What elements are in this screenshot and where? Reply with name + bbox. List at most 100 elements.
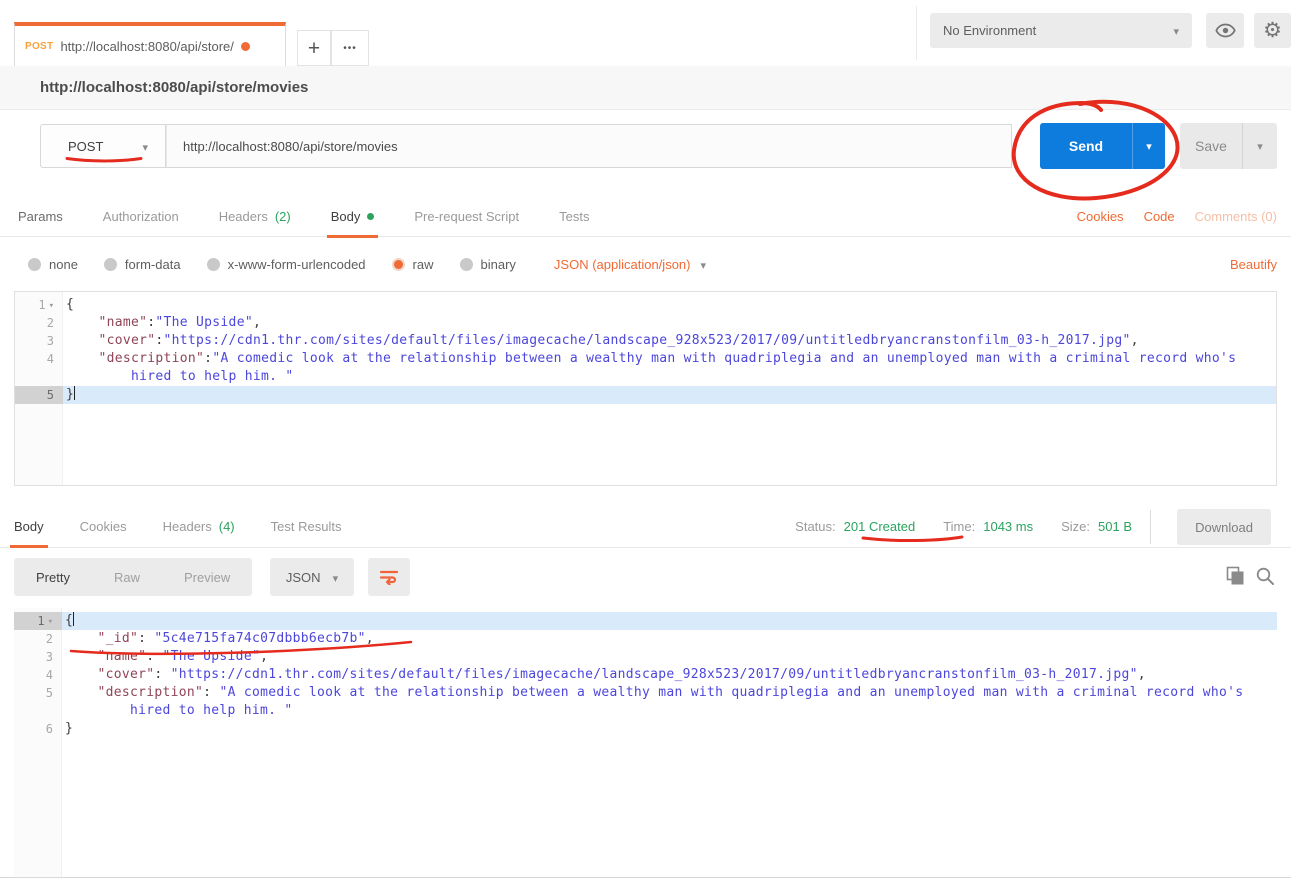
radio-none[interactable]: none — [28, 257, 78, 272]
radio-dot-icon — [104, 258, 117, 271]
comments-0-link[interactable]: Comments (0) — [1195, 209, 1277, 224]
radio-x-www-form-urlencoded[interactable]: x-www-form-urlencoded — [207, 257, 366, 272]
code-token: , — [253, 315, 261, 330]
response-editor-line[interactable]: 6} — [14, 720, 1277, 738]
request-body-editor[interactable]: 1{2 "name":"The Upside",3 "cover":"https… — [14, 291, 1277, 486]
line-number-text: 3 — [46, 648, 53, 666]
line-number-text: 4 — [46, 666, 53, 684]
download-button[interactable]: Download — [1177, 509, 1271, 545]
code-token: hired to help him. " — [130, 703, 293, 718]
status-label: Status: — [795, 519, 835, 534]
tab-label: Test Results — [271, 519, 342, 534]
response-editor-line[interactable]: 1{ — [14, 612, 1277, 630]
response-editor-line[interactable]: hired to help him. " — [14, 702, 1277, 720]
beautify-link[interactable]: Beautify — [1230, 257, 1277, 272]
view-raw[interactable]: Raw — [114, 570, 140, 585]
request-title-bar: http://localhost:8080/api/store/movies — [0, 66, 1291, 110]
response-editor-line[interactable]: 2 "_id": "5c4e715fa74c07dbbb6ecb7b", — [14, 630, 1277, 648]
request-editor-line[interactable]: hired to help him. " — [15, 368, 1276, 386]
fold-caret-icon[interactable] — [49, 295, 54, 315]
size-value: 501 B — [1098, 519, 1132, 534]
environment-preview-button[interactable] — [1206, 13, 1244, 48]
environment-select[interactable]: No Environment — [930, 13, 1192, 48]
radio-raw[interactable]: raw — [392, 257, 434, 272]
code-token: "description" — [99, 351, 205, 366]
code-line: "cover":"https://cdn1.thr.com/sites/defa… — [63, 332, 1139, 350]
code-token: "https://cdn1.thr.com/sites/default/file… — [164, 333, 1131, 348]
code-line: hired to help him. " — [62, 702, 293, 720]
copy-response-button[interactable] — [1226, 566, 1245, 589]
eye-icon — [1215, 23, 1236, 38]
response-tab-cookies[interactable]: Cookies — [80, 506, 127, 547]
request-tab[interactable]: POST http://localhost:8080/api/store/ — [14, 22, 286, 66]
code-token: : — [155, 333, 163, 348]
line-number-text: 3 — [47, 332, 54, 350]
wrap-lines-button[interactable] — [368, 558, 410, 596]
radio-form-data[interactable]: form-data — [104, 257, 181, 272]
response-tab-body[interactable]: Body — [14, 506, 44, 547]
view-pretty[interactable]: Pretty — [36, 570, 70, 585]
tab-pre-request-script[interactable]: Pre-request Script — [414, 196, 519, 237]
code-token: "A comedic look at the relationship betw… — [212, 351, 1236, 366]
code-line: "description": "A comedic look at the re… — [62, 684, 1243, 702]
tab-label: Tests — [559, 209, 589, 224]
view-preview[interactable]: Preview — [184, 570, 230, 585]
content-type-select[interactable]: JSON (application/json) — [554, 257, 706, 272]
radio-label: raw — [413, 257, 434, 272]
code-line: "name": "The Upside", — [62, 648, 268, 666]
send-options-button[interactable] — [1132, 123, 1165, 169]
tab-authorization[interactable]: Authorization — [103, 196, 179, 237]
search-response-button[interactable] — [1255, 566, 1275, 589]
radio-dot-icon — [460, 258, 473, 271]
request-editor-line[interactable]: 4 "description":"A comedic look at the r… — [15, 350, 1276, 368]
request-editor-line[interactable]: 3 "cover":"https://cdn1.thr.com/sites/de… — [15, 332, 1276, 350]
response-editor-line[interactable]: 4 "cover": "https://cdn1.thr.com/sites/d… — [14, 666, 1277, 684]
request-editor-line[interactable]: 5} — [15, 386, 1276, 404]
header-divider — [916, 6, 917, 60]
url-input[interactable] — [166, 124, 1012, 168]
text-cursor — [73, 612, 74, 626]
tab-label: Body — [14, 519, 44, 534]
tab-tests[interactable]: Tests — [559, 196, 589, 237]
green-dot-icon — [367, 213, 374, 220]
code-link[interactable]: Code — [1144, 209, 1175, 224]
response-tab-headers[interactable]: Headers(4) — [163, 506, 235, 547]
response-editor-line[interactable]: 5 "description": "A comedic look at the … — [14, 684, 1277, 702]
radio-binary[interactable]: binary — [460, 257, 516, 272]
tab-url-label: http://localhost:8080/api/store/ — [60, 39, 233, 54]
tab-params[interactable]: Params — [18, 196, 63, 237]
content-type-value: JSON (application/json) — [554, 257, 691, 272]
response-body-editor[interactable]: 1{2 "_id": "5c4e715fa74c07dbbb6ecb7b",3 … — [14, 608, 1277, 877]
send-button[interactable]: Send — [1040, 123, 1132, 169]
line-number-text: 5 — [47, 386, 54, 404]
tab-options-button[interactable] — [331, 30, 369, 66]
radio-dot-icon — [207, 258, 220, 271]
response-tab-test-results[interactable]: Test Results — [271, 506, 342, 547]
tab-headers[interactable]: Headers(2) — [219, 196, 291, 237]
new-tab-button[interactable] — [297, 30, 331, 66]
divider — [1150, 510, 1151, 544]
method-select[interactable]: POST — [40, 124, 166, 168]
tab-method-label: POST — [25, 41, 53, 52]
tab-body[interactable]: Body — [331, 196, 375, 237]
response-toolbar: Pretty Raw Preview JSON — [0, 558, 1291, 598]
response-editor-line[interactable]: 3 "name": "The Upside", — [14, 648, 1277, 666]
response-format-select[interactable]: JSON — [270, 558, 354, 596]
code-line: { — [62, 612, 74, 630]
save-button-group: Save — [1180, 123, 1277, 169]
line-number-text: 2 — [47, 314, 54, 332]
cookies-link[interactable]: Cookies — [1077, 209, 1124, 224]
request-editor-line[interactable]: 1{ — [15, 296, 1276, 314]
line-number — [14, 702, 62, 720]
save-options-button[interactable] — [1242, 123, 1277, 169]
save-button[interactable]: Save — [1180, 123, 1242, 169]
request-tabs: Params Authorization Headers(2) Body Pre-req… — [0, 196, 1291, 237]
tab-count: (4) — [219, 519, 235, 534]
unsaved-changes-dot-icon — [241, 42, 250, 51]
environment-value: No Environment — [943, 23, 1036, 38]
request-editor-line[interactable]: 2 "name":"The Upside", — [15, 314, 1276, 332]
code-token — [66, 333, 99, 348]
fold-caret-icon[interactable] — [48, 611, 53, 631]
line-number: 5 — [15, 386, 63, 404]
settings-button[interactable]: ⚙ — [1254, 13, 1291, 48]
